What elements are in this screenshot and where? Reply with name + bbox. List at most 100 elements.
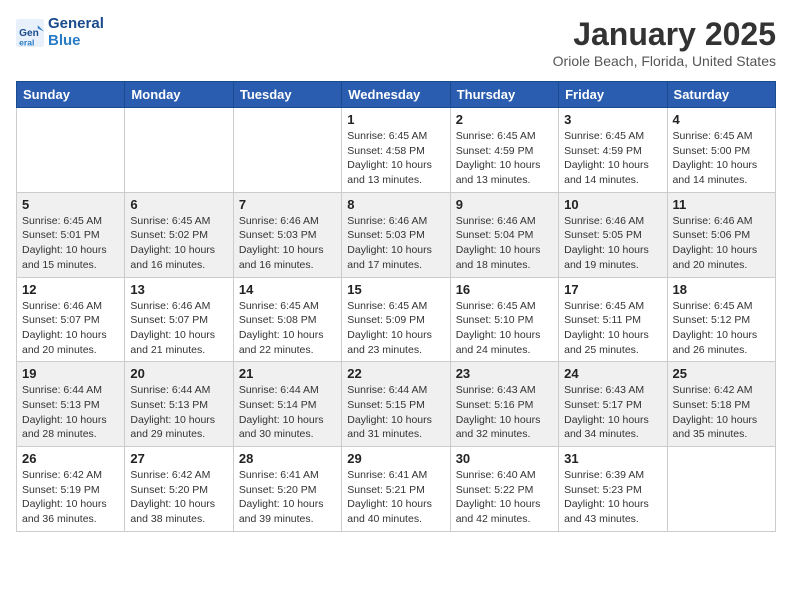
day-info: Sunrise: 6:46 AM Sunset: 5:03 PM Dayligh…: [239, 214, 336, 273]
month-title: January 2025: [553, 16, 776, 53]
day-info: Sunrise: 6:44 AM Sunset: 5:14 PM Dayligh…: [239, 383, 336, 442]
calendar-cell: 7 Sunrise: 6:46 AM Sunset: 5:03 PM Daylig…: [233, 192, 341, 277]
day-info: Sunrise: 6:44 AM Sunset: 5:15 PM Dayligh…: [347, 383, 444, 442]
calendar-week-3: 12 Sunrise: 6:46 AM Sunset: 5:07 PM Dayli…: [17, 277, 776, 362]
day-number: 4: [673, 112, 770, 127]
day-number: 6: [130, 197, 227, 212]
calendar-cell: 5 Sunrise: 6:45 AM Sunset: 5:01 PM Daylig…: [17, 192, 125, 277]
day-info: Sunrise: 6:45 AM Sunset: 5:11 PM Dayligh…: [564, 299, 661, 358]
day-info: Sunrise: 6:43 AM Sunset: 5:16 PM Dayligh…: [456, 383, 553, 442]
day-number: 14: [239, 282, 336, 297]
day-info: Sunrise: 6:41 AM Sunset: 5:20 PM Dayligh…: [239, 468, 336, 527]
calendar-cell: 25 Sunrise: 6:42 AM Sunset: 5:18 PM Dayli…: [667, 362, 775, 447]
day-info: Sunrise: 6:46 AM Sunset: 5:04 PM Dayligh…: [456, 214, 553, 273]
day-number: 13: [130, 282, 227, 297]
day-info: Sunrise: 6:46 AM Sunset: 5:07 PM Dayligh…: [22, 299, 119, 358]
calendar-body: 1Sunrise: 6:45 AM Sunset: 4:58 PM Daylig…: [17, 108, 776, 532]
calendar-cell: 31Sunrise: 6:39 AM Sunset: 5:23 PM Dayli…: [559, 447, 667, 532]
calendar-cell: [125, 108, 233, 193]
day-number: 8: [347, 197, 444, 212]
day-info: Sunrise: 6:45 AM Sunset: 4:58 PM Dayligh…: [347, 129, 444, 188]
svg-text:eral: eral: [19, 37, 34, 47]
calendar-cell: 27Sunrise: 6:42 AM Sunset: 5:20 PM Dayli…: [125, 447, 233, 532]
day-number: 17: [564, 282, 661, 297]
calendar-cell: 8 Sunrise: 6:46 AM Sunset: 5:03 PM Daylig…: [342, 192, 450, 277]
calendar-cell: [233, 108, 341, 193]
logo-icon: Gen eral: [16, 19, 44, 47]
logo: Gen eral General Blue: [16, 16, 104, 49]
logo-line2: Blue: [48, 33, 104, 50]
day-info: Sunrise: 6:44 AM Sunset: 5:13 PM Dayligh…: [130, 383, 227, 442]
day-info: Sunrise: 6:45 AM Sunset: 5:01 PM Dayligh…: [22, 214, 119, 273]
calendar-cell: 4Sunrise: 6:45 AM Sunset: 5:00 PM Daylig…: [667, 108, 775, 193]
day-number: 19: [22, 366, 119, 381]
calendar-week-1: 1Sunrise: 6:45 AM Sunset: 4:58 PM Daylig…: [17, 108, 776, 193]
calendar-cell: 17 Sunrise: 6:45 AM Sunset: 5:11 PM Dayli…: [559, 277, 667, 362]
day-info: Sunrise: 6:45 AM Sunset: 5:12 PM Dayligh…: [673, 299, 770, 358]
day-number: 20: [130, 366, 227, 381]
weekday-header-monday: Monday: [125, 82, 233, 108]
day-info: Sunrise: 6:42 AM Sunset: 5:20 PM Dayligh…: [130, 468, 227, 527]
day-number: 22: [347, 366, 444, 381]
calendar-week-2: 5 Sunrise: 6:45 AM Sunset: 5:01 PM Daylig…: [17, 192, 776, 277]
day-info: Sunrise: 6:45 AM Sunset: 5:02 PM Dayligh…: [130, 214, 227, 273]
day-number: 3: [564, 112, 661, 127]
day-number: 21: [239, 366, 336, 381]
calendar-cell: 21 Sunrise: 6:44 AM Sunset: 5:14 PM Dayli…: [233, 362, 341, 447]
calendar-cell: 11Sunrise: 6:46 AM Sunset: 5:06 PM Dayli…: [667, 192, 775, 277]
calendar-table: SundayMondayTuesdayWednesdayThursdayFrid…: [16, 81, 776, 532]
day-number: 5: [22, 197, 119, 212]
location-label: Oriole Beach, Florida, United States: [553, 53, 776, 69]
calendar-cell: 13Sunrise: 6:46 AM Sunset: 5:07 PM Dayli…: [125, 277, 233, 362]
day-info: Sunrise: 6:41 AM Sunset: 5:21 PM Dayligh…: [347, 468, 444, 527]
calendar-cell: 22 Sunrise: 6:44 AM Sunset: 5:15 PM Dayli…: [342, 362, 450, 447]
day-number: 29: [347, 451, 444, 466]
calendar-cell: [667, 447, 775, 532]
calendar-cell: 20 Sunrise: 6:44 AM Sunset: 5:13 PM Dayli…: [125, 362, 233, 447]
day-info: Sunrise: 6:46 AM Sunset: 5:03 PM Dayligh…: [347, 214, 444, 273]
calendar-cell: 29 Sunrise: 6:41 AM Sunset: 5:21 PM Dayli…: [342, 447, 450, 532]
day-number: 30: [456, 451, 553, 466]
calendar-cell: 24Sunrise: 6:43 AM Sunset: 5:17 PM Dayli…: [559, 362, 667, 447]
weekday-header-wednesday: Wednesday: [342, 82, 450, 108]
calendar-cell: [17, 108, 125, 193]
weekday-header-thursday: Thursday: [450, 82, 558, 108]
day-info: Sunrise: 6:45 AM Sunset: 4:59 PM Dayligh…: [564, 129, 661, 188]
day-number: 10: [564, 197, 661, 212]
calendar-cell: 26Sunrise: 6:42 AM Sunset: 5:19 PM Dayli…: [17, 447, 125, 532]
day-number: 25: [673, 366, 770, 381]
logo-line1: General: [48, 16, 104, 33]
calendar-cell: 1Sunrise: 6:45 AM Sunset: 4:58 PM Daylig…: [342, 108, 450, 193]
calendar-cell: 14 Sunrise: 6:45 AM Sunset: 5:08 PM Dayli…: [233, 277, 341, 362]
calendar-cell: 3 Sunrise: 6:45 AM Sunset: 4:59 PM Daylig…: [559, 108, 667, 193]
calendar-cell: 10 Sunrise: 6:46 AM Sunset: 5:05 PM Dayli…: [559, 192, 667, 277]
calendar-header: SundayMondayTuesdayWednesdayThursdayFrid…: [17, 82, 776, 108]
calendar-cell: 15Sunrise: 6:45 AM Sunset: 5:09 PM Dayli…: [342, 277, 450, 362]
day-info: Sunrise: 6:44 AM Sunset: 5:13 PM Dayligh…: [22, 383, 119, 442]
weekday-header-saturday: Saturday: [667, 82, 775, 108]
calendar-cell: 23Sunrise: 6:43 AM Sunset: 5:16 PM Dayli…: [450, 362, 558, 447]
day-number: 24: [564, 366, 661, 381]
calendar-cell: 2Sunrise: 6:45 AM Sunset: 4:59 PM Daylig…: [450, 108, 558, 193]
day-number: 18: [673, 282, 770, 297]
day-info: Sunrise: 6:45 AM Sunset: 5:08 PM Dayligh…: [239, 299, 336, 358]
title-area: January 2025 Oriole Beach, Florida, Unit…: [553, 16, 776, 69]
weekday-header-friday: Friday: [559, 82, 667, 108]
day-number: 12: [22, 282, 119, 297]
calendar-cell: 12 Sunrise: 6:46 AM Sunset: 5:07 PM Dayli…: [17, 277, 125, 362]
day-info: Sunrise: 6:40 AM Sunset: 5:22 PM Dayligh…: [456, 468, 553, 527]
day-info: Sunrise: 6:46 AM Sunset: 5:05 PM Dayligh…: [564, 214, 661, 273]
weekday-header-row: SundayMondayTuesdayWednesdayThursdayFrid…: [17, 82, 776, 108]
day-info: Sunrise: 6:42 AM Sunset: 5:18 PM Dayligh…: [673, 383, 770, 442]
day-number: 26: [22, 451, 119, 466]
day-number: 7: [239, 197, 336, 212]
page-header: Gen eral General Blue January 2025 Oriol…: [16, 16, 776, 69]
calendar-cell: 9Sunrise: 6:46 AM Sunset: 5:04 PM Daylig…: [450, 192, 558, 277]
day-number: 15: [347, 282, 444, 297]
calendar-cell: 30 Sunrise: 6:40 AM Sunset: 5:22 PM Dayli…: [450, 447, 558, 532]
weekday-header-sunday: Sunday: [17, 82, 125, 108]
day-number: 11: [673, 197, 770, 212]
calendar-cell: 18 Sunrise: 6:45 AM Sunset: 5:12 PM Dayli…: [667, 277, 775, 362]
calendar-week-4: 19 Sunrise: 6:44 AM Sunset: 5:13 PM Dayli…: [17, 362, 776, 447]
weekday-header-tuesday: Tuesday: [233, 82, 341, 108]
